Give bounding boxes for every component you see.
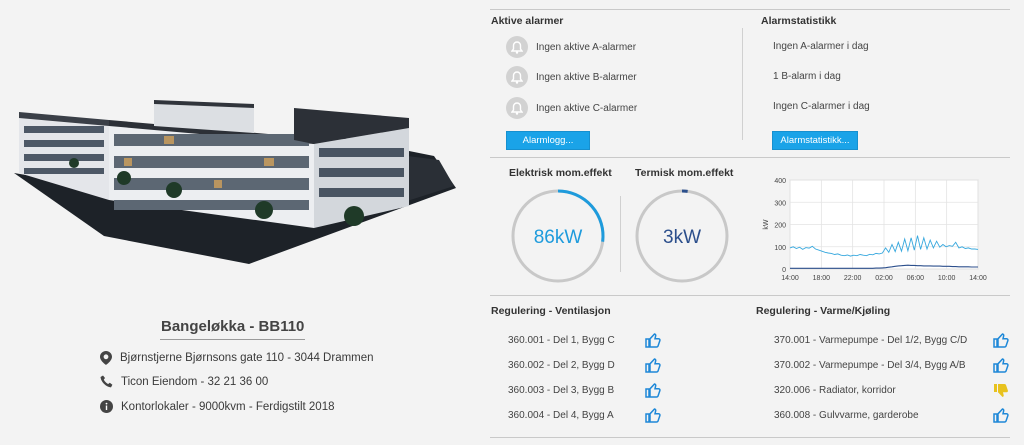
y-tick-label: 100 [774, 245, 786, 252]
x-tick-label: 14:00 [969, 275, 987, 282]
divider [620, 196, 621, 272]
contact-row: Ticon Eiendom - 32 21 36 00 [100, 375, 268, 388]
divider [490, 295, 1010, 296]
heating-row-label: 320.006 - Radiator, korridor [774, 385, 896, 396]
bell-icon [506, 66, 528, 88]
y-axis-label: kW [763, 219, 770, 230]
x-tick-label: 10:00 [938, 275, 956, 282]
stat-c-text: Ingen C-alarmer i dag [773, 101, 870, 112]
divider [490, 437, 1010, 438]
thumbs-up-icon[interactable] [993, 358, 1009, 378]
y-tick-label: 0 [782, 267, 786, 274]
ventilation-row-label: 360.004 - Del 4, Bygg A [508, 410, 614, 421]
thermal-value: 3kW [663, 227, 701, 248]
electric-gauge: 86kW [511, 189, 605, 283]
stat-a-text: Ingen A-alarmer i dag [773, 41, 869, 52]
contact-text: Ticon Eiendom - 32 21 36 00 [121, 375, 269, 388]
x-tick-label: 22:00 [844, 275, 862, 282]
alarm-a-text: Ingen aktive A-alarmer [536, 41, 637, 53]
heating-row-label: 370.002 - Varmepumpe - Del 3/4, Bygg A/B [774, 360, 966, 371]
electric-gauge-label: Elektrisk mom.effekt [509, 167, 612, 179]
electric-value: 86kW [534, 227, 583, 248]
divider [742, 28, 743, 140]
x-tick-label: 14:00 [781, 275, 799, 282]
x-tick-label: 06:00 [907, 275, 925, 282]
heating-row-label: 360.008 - Gulvvarme, garderobe [774, 410, 919, 421]
building-pane: Bangeløkka - BB110 Bjørnstjerne Bjørnson… [0, 0, 470, 445]
ventilation-row-label: 360.003 - Del 3, Bygg B [508, 385, 615, 396]
stat-b-text: 1 B-alarm i dag [773, 71, 841, 82]
thermal-gauge-label: Termisk mom.effekt [635, 167, 734, 179]
alarm-stats-button[interactable]: Alarmstatistikk... [772, 131, 858, 150]
active-alarms-title: Aktive alarmer [491, 15, 564, 27]
address-text: Bjørnstjerne Bjørnsons gate 110 - 3044 D… [120, 352, 374, 364]
y-tick-label: 200 [774, 223, 786, 230]
ventilation-row-label: 360.002 - Del 2, Bygg D [508, 360, 615, 371]
ventilation-title: Regulering - Ventilasjon [491, 305, 611, 317]
bell-icon [506, 36, 528, 58]
info-icon [100, 400, 113, 413]
thumbs-up-icon[interactable] [645, 358, 661, 378]
y-tick-label: 300 [774, 200, 786, 207]
alarm-c-text: Ingen aktive C-alarmer [536, 102, 638, 114]
ventilation-row-label: 360.001 - Del 1, Bygg C [508, 335, 615, 346]
heating-row-label: 370.001 - Varmepumpe - Del 1/2, Bygg C/D [774, 335, 968, 346]
info-text: Kontorlokaler - 9000kvm - Ferdigstilt 20… [121, 400, 335, 413]
thumbs-up-icon[interactable] [993, 333, 1009, 353]
info-row: Kontorlokaler - 9000kvm - Ferdigstilt 20… [100, 400, 335, 413]
building-title: Bangeløkka - BB110 [160, 318, 306, 340]
location-pin-icon [100, 351, 112, 365]
thumbs-up-icon[interactable] [645, 408, 661, 428]
divider [490, 157, 1010, 158]
divider [490, 9, 1010, 10]
heating-title: Regulering - Varme/Kjøling [756, 305, 891, 317]
building-image [14, 100, 456, 264]
thumbs-up-icon[interactable] [645, 333, 661, 353]
x-tick-label: 02:00 [875, 275, 893, 282]
y-tick-label: 400 [774, 178, 786, 185]
address-row: Bjørnstjerne Bjørnsons gate 110 - 3044 D… [100, 351, 374, 365]
thumbs-up-icon[interactable] [993, 408, 1009, 428]
alarm-stats-title: Alarmstatistikk [761, 15, 837, 27]
alarm-b-text: Ingen aktive B-alarmer [536, 71, 637, 83]
alarm-row-a: Ingen aktive A-alarmer [506, 36, 636, 58]
alarm-row-b: Ingen aktive B-alarmer [506, 66, 637, 88]
bell-icon [506, 97, 528, 119]
alarm-row-c: Ingen aktive C-alarmer [506, 97, 637, 119]
alarm-log-button[interactable]: Alarmlogg... [506, 131, 590, 150]
power-chart: 0 100 200 300 400 14:00 18:00 22:00 02:00 06:00 10… [763, 178, 987, 282]
thumbs-down-icon[interactable] [993, 383, 1009, 403]
thumbs-up-icon[interactable] [645, 383, 661, 403]
thermal-gauge: 3kW [635, 189, 729, 283]
x-tick-label: 18:00 [813, 275, 831, 282]
phone-icon [100, 375, 113, 388]
